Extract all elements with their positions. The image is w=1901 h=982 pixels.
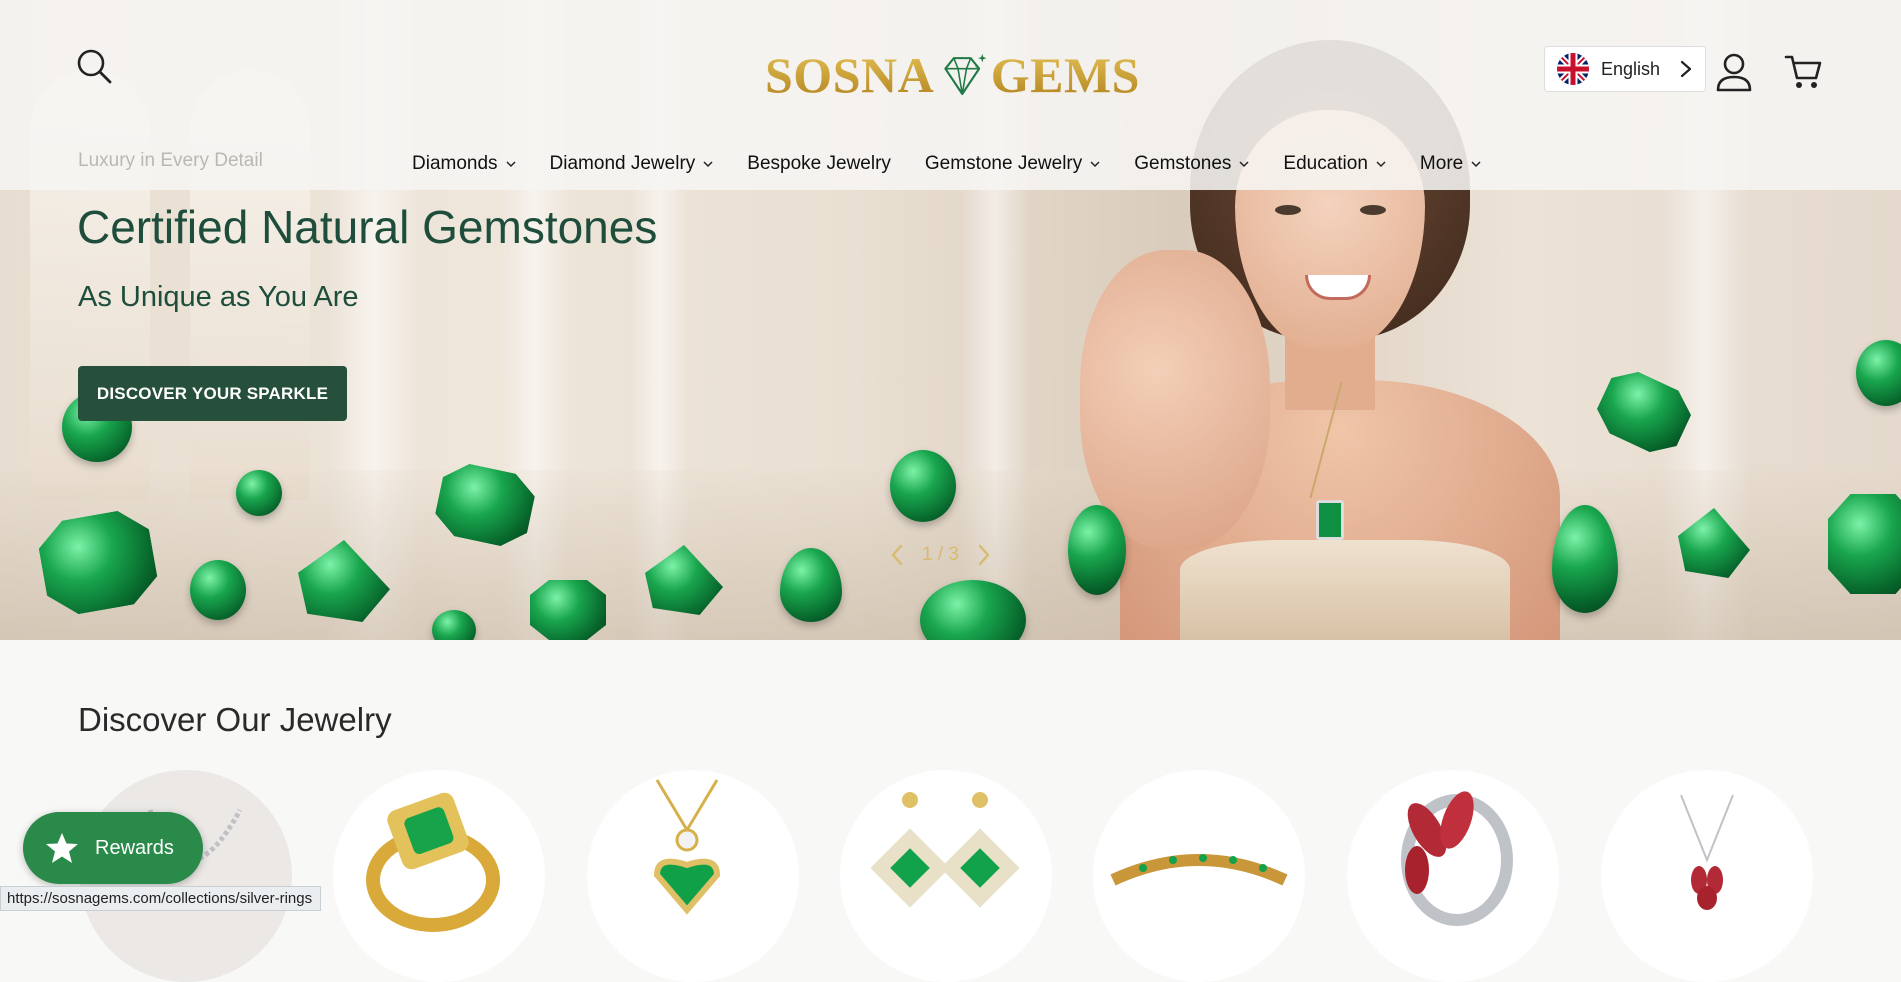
account-button[interactable] <box>1712 50 1756 94</box>
model-hands <box>1080 250 1270 550</box>
chevron-left-icon <box>891 544 903 566</box>
nav-item-label: Diamond Jewelry <box>549 153 696 174</box>
jewelry-item-emerald-drop-earrings[interactable] <box>840 770 1052 982</box>
hero-title: Certified Natural Gemstones <box>77 201 658 253</box>
nav-item-bespoke-jewelry[interactable]: Bespoke Jewelry <box>747 153 891 175</box>
emerald-gem <box>1068 505 1126 595</box>
search-icon <box>77 49 112 84</box>
cart-icon <box>1784 55 1822 88</box>
site-logo[interactable]: SOSNA GEMS <box>765 30 1140 120</box>
search-button[interactable] <box>74 46 114 86</box>
nav-item-label: Gemstones <box>1134 153 1232 174</box>
flag-uk-icon <box>1557 53 1589 85</box>
slider-prev-button[interactable] <box>884 540 910 570</box>
slider-controls: 1 / 3 <box>884 540 997 570</box>
site-tagline: Luxury in Every Detail <box>78 150 263 171</box>
cart-button[interactable] <box>1783 52 1823 92</box>
nav-item-gemstones[interactable]: Gemstones <box>1134 153 1249 175</box>
jewelry-item-garnet-silver-ring[interactable] <box>1347 770 1559 982</box>
jewelry-item-emerald-gold-ring[interactable] <box>333 770 545 982</box>
emerald-gem <box>1856 340 1901 406</box>
emerald-gem <box>236 470 282 516</box>
diamond-logo-icon <box>944 53 987 96</box>
chevron-down-icon <box>1239 161 1249 168</box>
nav-item-label: More <box>1419 153 1464 174</box>
chevron-down-icon <box>1471 161 1481 168</box>
user-icon <box>1716 53 1752 92</box>
nav-item-label: Education <box>1283 153 1368 174</box>
chevron-right-icon <box>1680 60 1692 78</box>
nav-item-diamonds[interactable]: Diamonds <box>412 153 516 175</box>
site-header: SOSNA GEMS English Luxury in Every Detai… <box>0 0 1901 190</box>
slide-counter: 1 / 3 <box>922 544 959 565</box>
chevron-down-icon <box>703 161 713 168</box>
nav-item-diamond-jewelry[interactable]: Diamond Jewelry <box>550 153 714 175</box>
emerald-gem <box>530 580 606 640</box>
link-preview-url: https://sosnagems.com/collections/silver… <box>0 886 322 911</box>
chevron-down-icon <box>1090 161 1100 168</box>
rewards-button[interactable]: Rewards <box>23 812 203 884</box>
nav-item-education[interactable]: Education <box>1283 153 1386 175</box>
model-eye <box>1275 205 1301 215</box>
main-navigation: Diamonds Diamond Jewelry Bespoke Jewelry Ge… <box>412 150 1515 178</box>
jewelry-item-garnet-silver-pendant[interactable] <box>1601 770 1813 982</box>
language-selector[interactable]: English <box>1544 46 1706 92</box>
discover-sparkle-button[interactable]: DISCOVER YOUR SPARKLE <box>78 366 347 421</box>
emerald-gem <box>1828 494 1901 594</box>
jewelry-item-emerald-tennis-bracelet[interactable] <box>1093 770 1305 982</box>
nav-item-more[interactable]: More <box>1420 153 1481 175</box>
star-icon <box>46 833 78 863</box>
hero-subtitle: As Unique as You Are <box>78 281 359 313</box>
emerald-gem <box>890 450 956 522</box>
nav-item-gemstone-jewelry[interactable]: Gemstone Jewelry <box>925 153 1100 175</box>
nav-item-label: Gemstone Jewelry <box>924 153 1083 174</box>
logo-text-left: SOSNA <box>765 47 935 103</box>
model-dress <box>1180 540 1510 640</box>
section-title: Discover Our Jewelry <box>78 701 392 738</box>
logo-text-right: GEMS <box>990 47 1140 103</box>
nav-item-label: Diamonds <box>412 153 498 174</box>
slider-next-button[interactable] <box>971 540 997 570</box>
emerald-gem <box>190 560 246 620</box>
chevron-down-icon <box>506 161 516 168</box>
rewards-label: Rewards <box>95 836 174 859</box>
language-label: English <box>1601 58 1661 79</box>
chevron-down-icon <box>1376 161 1386 168</box>
chevron-right-icon <box>978 544 990 566</box>
jewelry-item-emerald-heart-pendant[interactable] <box>587 770 799 982</box>
nav-item-label: Bespoke Jewelry <box>747 153 891 174</box>
model-pendant <box>1316 500 1344 540</box>
jewelry-category-row <box>80 770 1880 982</box>
model-eye <box>1360 205 1386 215</box>
